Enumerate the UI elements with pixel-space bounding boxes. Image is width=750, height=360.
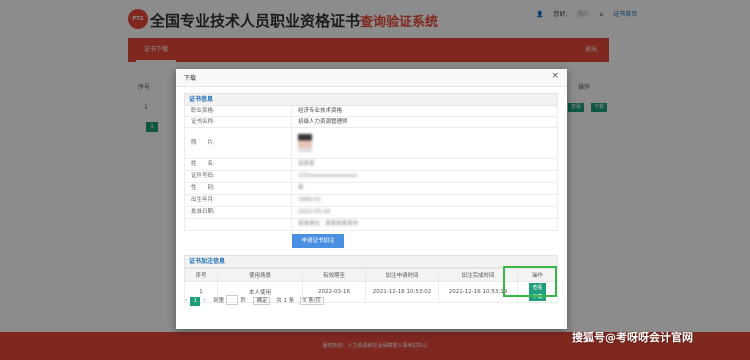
col-header: 加注完成时间 (438, 268, 518, 282)
info-label: 证书名称: (185, 117, 292, 127)
info-value: 110xxxxxxxxxxxxxxx (298, 173, 358, 179)
info-label: 姓 名: (185, 159, 292, 170)
pagination: ‹ 1 › 到第 页 确定 共 1 条 5 条/页 (185, 295, 325, 306)
remark-header-row: 序号 使用场景 有效期至 加注申请时间 加注完成时间 操作 (184, 268, 558, 282)
info-value: 1990-01 (298, 197, 321, 203)
info-row-gender: 性 别: 男 (184, 183, 558, 195)
view-button[interactable]: 查看 (529, 283, 546, 292)
close-icon[interactable]: × (551, 71, 559, 81)
cell-done-time: 2021-12-16 10:53:19 (438, 281, 518, 303)
goto-label: 到第 (213, 297, 225, 304)
info-row-approval: 批准日期: 2022-03-16 (184, 207, 558, 219)
apply-annotation-button[interactable]: 申请证书加注 (292, 234, 344, 248)
col-header: 操作 (517, 268, 558, 282)
watermark: 搜狐号@考呀呀会计官网 (572, 331, 693, 344)
next-icon[interactable]: › (203, 298, 205, 304)
info-row-name: 姓 名: 张某某 (184, 159, 558, 171)
download-dialog: 下载 × 证书信息 职业资格: 经济专业技术资格 证书名称: 初级人力资源管理师… (176, 69, 567, 329)
prev-icon[interactable]: ‹ (185, 298, 187, 304)
info-value: 2022-03-16 (298, 209, 330, 215)
info-label: 证件号码: (185, 171, 292, 182)
dialog-title: 下载 (184, 75, 197, 82)
info-value: 张某某 (298, 161, 315, 167)
per-page-select[interactable]: 5 条/页 (299, 296, 325, 305)
page-input[interactable] (226, 295, 239, 305)
cert-info-title: 证书信息 (184, 93, 558, 106)
total-count: 共 1 条 (276, 297, 295, 304)
info-value: 经济专业技术资格 (298, 108, 343, 114)
cell-apply-time: 2021-12-16 10:53:02 (365, 281, 439, 303)
confirm-button[interactable]: 确定 (253, 296, 271, 305)
info-value: 某某单位 · 某某省某某市 (298, 221, 359, 227)
info-row-cert-name: 证书名称: 初级人力资源管理师 (184, 117, 558, 128)
info-label (185, 219, 292, 230)
info-label: 照 片: (185, 128, 292, 158)
info-row-birth: 出生年月: 1990-01 (184, 195, 558, 207)
dialog-header: 下载 × (176, 69, 567, 87)
info-row-qualification: 职业资格: 经济专业技术资格 (184, 106, 558, 117)
col-header: 序号 (184, 268, 218, 282)
info-row-id: 证件号码: 110xxxxxxxxxxxxxxx (184, 171, 558, 183)
info-value (292, 128, 557, 158)
info-label: 性 别: (185, 183, 292, 194)
info-row-photo: 照 片: (184, 128, 558, 159)
cell-actions: 查看下载 (517, 281, 558, 303)
col-header: 使用场景 (217, 268, 303, 282)
download-button[interactable]: 下载 (529, 292, 546, 301)
remark-title: 证书加注信息 (184, 255, 558, 268)
info-row-issuer: 某某单位 · 某某省某某市 (184, 219, 558, 231)
info-value: 初级人力资源管理师 (298, 119, 348, 125)
page-current[interactable]: 1 (190, 296, 201, 306)
info-label: 批准日期: (185, 207, 292, 218)
cert-info-section: 证书信息 职业资格: 经济专业技术资格 证书名称: 初级人力资源管理师 照 片:… (184, 93, 558, 231)
info-label: 职业资格: (185, 106, 292, 116)
col-header: 有效期至 (302, 268, 366, 282)
info-value: 男 (298, 185, 304, 191)
page-suffix: 页 (240, 297, 246, 304)
info-label: 出生年月: (185, 195, 292, 206)
col-header: 加注申请时间 (365, 268, 439, 282)
photo-image (298, 134, 312, 152)
